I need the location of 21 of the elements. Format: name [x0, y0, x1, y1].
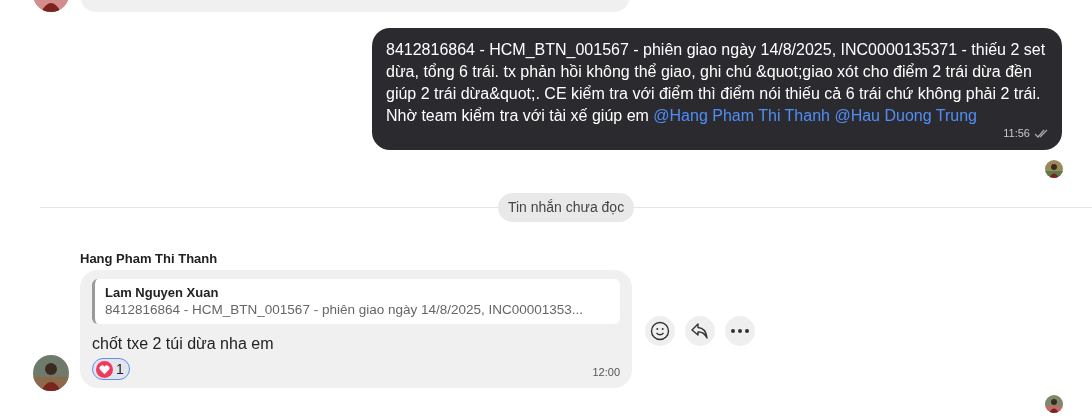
mention-link[interactable]: @Hau Duong Trung: [834, 107, 977, 124]
quote-text: 8412816864 - HCM_BTN_001567 - phiên giao ngày 14/8/2025, INC00001353...: [105, 301, 585, 319]
reply-button[interactable]: [685, 316, 715, 346]
unread-divider-label: Tin nhắn chưa đọc: [497, 193, 635, 222]
avatar-icon[interactable]: [1045, 395, 1063, 413]
sender-name: Hang Pham Thi Thanh: [80, 250, 218, 268]
emoji-button[interactable]: [645, 316, 675, 346]
message-time: 12:00: [592, 364, 620, 380]
quote-author: Lam Nguyen Xuan: [105, 284, 220, 301]
mention-link[interactable]: @Hang Pham Thi Thanh: [653, 107, 830, 124]
smiley-icon: [650, 321, 670, 341]
more-icon: [731, 329, 749, 333]
avatar-icon[interactable]: [1045, 160, 1063, 178]
reply-icon: [690, 322, 710, 340]
quoted-message[interactable]: Lam Nguyen Xuan 8412816864 - HCM_BTN_001567 - phiên giao ngày 14/8/2025, INC00001353...: [92, 279, 620, 324]
reaction-button[interactable]: 1: [92, 358, 130, 380]
message-time: 11:56: [1003, 126, 1030, 141]
message-text: chốt txe 2 túi dừa nha em: [92, 334, 275, 354]
avatar-icon[interactable]: [33, 355, 69, 391]
message-text: 8412816864 - HCM_BTN_001567 - phiên giao ngày 14/8/2025, INC0000135371 - thiếu 2 set dừa, tổng 6 trái. tx phản hồi không thể giao, ghi chú &quot;giao xót cho điểm 2 trái dừa đền giúp 2 trái dừa&quot;. CE kiểm tra với điểm thì điểm nói thiếu cả 6 trái chứ không phải 2 trái. Nhờ team kiểm tra với tài xế giúp em @Hang Pham Thi Thanh @Hau Duong Trung: [386, 40, 1047, 126]
more-button[interactable]: [725, 316, 755, 346]
